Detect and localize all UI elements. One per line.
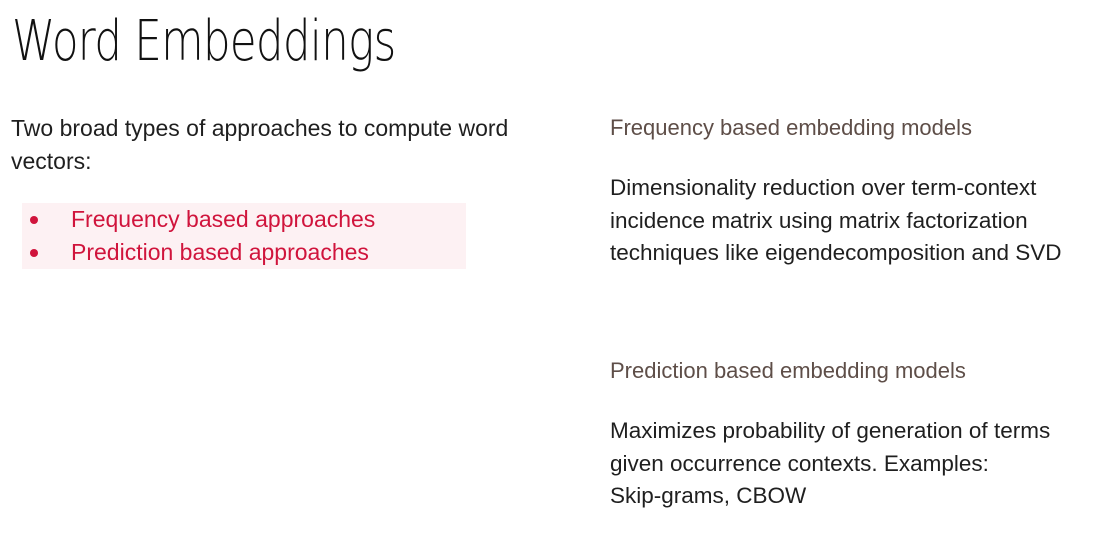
bullet-dot-icon — [30, 248, 38, 257]
bullet-label: Prediction based approaches — [71, 239, 369, 265]
bullet-dot-icon — [30, 215, 38, 224]
prediction-section-body: Maximizes probability of generation of t… — [610, 418, 1051, 508]
bullet-item-prediction: Prediction based approaches — [22, 236, 369, 269]
slide-title: Word Embeddings — [12, 9, 396, 74]
intro-text: Two broad types of approaches to compute… — [11, 115, 509, 174]
prediction-section-heading: Prediction based embedding models — [610, 358, 966, 383]
bullet-item-frequency: Frequency based approaches — [22, 203, 375, 236]
frequency-section-body: Dimensionality reduction over term-conte… — [610, 175, 1062, 265]
highlighted-bullet-list: Frequency based approaches Prediction ba… — [22, 203, 466, 269]
frequency-section-heading: Frequency based embedding models — [610, 115, 973, 140]
bullet-label: Frequency based approaches — [71, 206, 376, 232]
